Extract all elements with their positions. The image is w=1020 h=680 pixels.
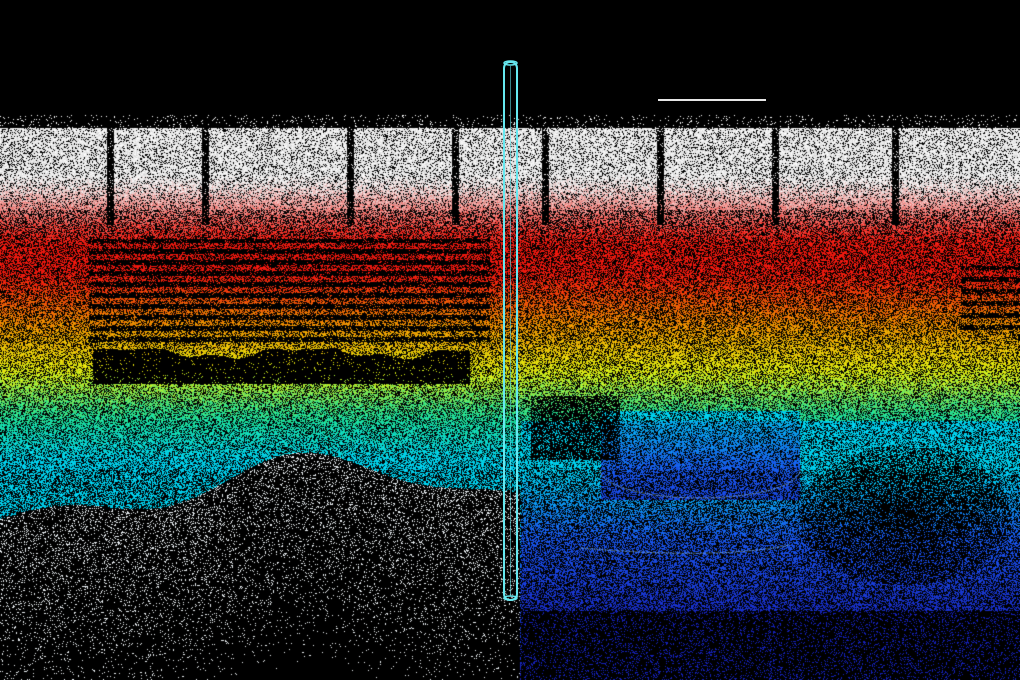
point-cloud-viewport[interactable] — [0, 0, 1020, 680]
